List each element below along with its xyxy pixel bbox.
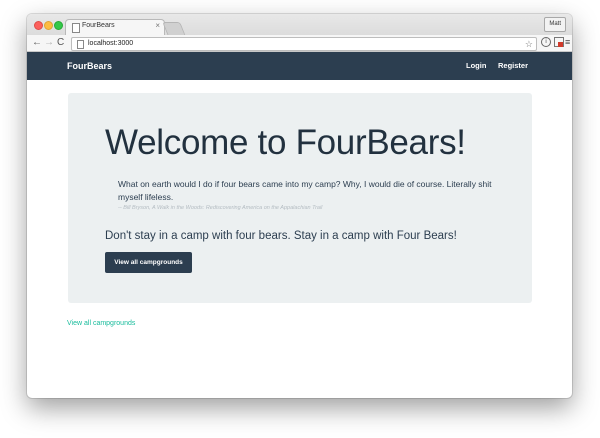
blockquote: What on earth would I do if four bears c… bbox=[118, 178, 498, 211]
quote-citation: -- Bill Bryson, A Walk in the Woods: Red… bbox=[118, 205, 323, 211]
login-link[interactable]: Login bbox=[466, 52, 486, 80]
browser-tab[interactable]: FourBears × bbox=[65, 19, 165, 36]
profile-button[interactable]: Matt bbox=[544, 17, 566, 32]
title-bar: FourBears × Matt bbox=[27, 14, 572, 36]
quote-text: What on earth would I do if four bears c… bbox=[118, 179, 492, 202]
forward-button[interactable]: → bbox=[44, 36, 54, 50]
tab-close-icon[interactable]: × bbox=[155, 21, 160, 30]
page-title: Welcome to FourBears! bbox=[105, 123, 466, 162]
app-navbar: FourBears Login Register bbox=[27, 52, 572, 80]
back-button[interactable]: ← bbox=[32, 36, 42, 50]
minimize-window-button[interactable] bbox=[44, 21, 53, 30]
maximize-window-button[interactable] bbox=[54, 21, 63, 30]
new-tab-button[interactable] bbox=[162, 22, 186, 36]
menu-icon[interactable]: ≡ bbox=[565, 35, 570, 49]
register-link[interactable]: Register bbox=[498, 52, 528, 80]
browser-toolbar: ← → C localhost:3000 ☆ i ≡ bbox=[27, 35, 572, 52]
address-bar[interactable]: localhost:3000 ☆ bbox=[71, 37, 537, 51]
extension-badge bbox=[558, 42, 563, 47]
tab-title: FourBears bbox=[82, 22, 115, 29]
jumbotron: Welcome to FourBears! What on earth woul… bbox=[68, 93, 532, 303]
lead-text: Don't stay in a camp with four bears. St… bbox=[105, 230, 457, 242]
star-icon[interactable]: ☆ bbox=[525, 38, 533, 50]
page-icon bbox=[77, 40, 84, 49]
url-text[interactable]: localhost:3000 bbox=[88, 38, 133, 50]
page-icon bbox=[72, 23, 80, 33]
view-campgrounds-link[interactable]: View all campgrounds bbox=[67, 320, 135, 327]
close-window-button[interactable] bbox=[34, 21, 43, 30]
info-icon[interactable]: i bbox=[541, 37, 551, 47]
brand-link[interactable]: FourBears bbox=[67, 52, 112, 80]
view-campgrounds-button[interactable]: View all campgrounds bbox=[105, 252, 192, 273]
reload-button[interactable]: C bbox=[57, 36, 64, 50]
browser-window: FourBears × Matt ← → C localhost:3000 ☆ … bbox=[27, 14, 572, 398]
